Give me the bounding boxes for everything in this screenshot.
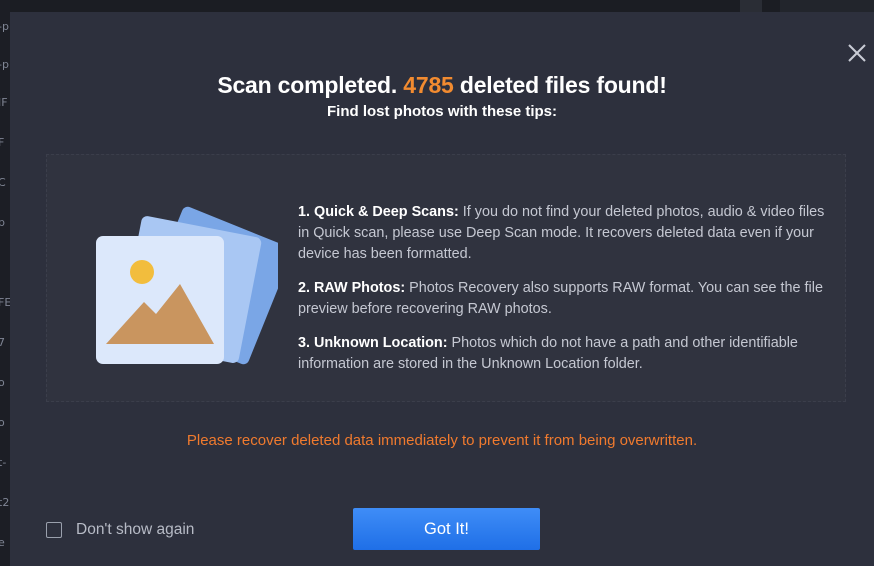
background-text-fragment: o <box>0 416 5 429</box>
overwrite-warning: Please recover deleted data immediately … <box>186 432 698 449</box>
background-text-fragment: -p <box>0 20 9 33</box>
got-it-button[interactable]: Got It! <box>353 508 540 550</box>
tip-item: 3. Unknown Location: Photos which do not… <box>298 333 838 375</box>
tip-heading: 2. RAW Photos: <box>298 280 406 296</box>
background-text-fragment: -p <box>0 58 9 71</box>
found-count: 4785 <box>403 72 454 98</box>
scan-complete-dialog: Scan completed. 4785 deleted files found… <box>10 12 874 566</box>
background-window-edge: -p -p IF F C p FE 7 o o t- t2 e <box>0 0 10 566</box>
background-text-fragment: e <box>0 536 5 549</box>
dont-show-again-label[interactable]: Don't show again <box>76 521 194 539</box>
background-window-topbar <box>0 0 874 12</box>
tips-list: 1. Quick & Deep Scans: If you do not fin… <box>298 202 838 375</box>
title-prefix: Scan completed. <box>217 72 404 98</box>
tip-item: 2. RAW Photos: Photos Recovery also supp… <box>298 278 838 320</box>
dont-show-again-toggle[interactable]: Don't show again <box>46 520 194 540</box>
background-text-fragment: t2 <box>0 496 10 509</box>
background-text-fragment: 7 <box>0 336 5 349</box>
dont-show-again-checkbox[interactable] <box>46 522 62 538</box>
dialog-title: Scan completed. 4785 deleted files found… <box>10 72 874 99</box>
background-text-fragment: t- <box>0 456 7 469</box>
background-text-fragment: FE <box>0 296 10 309</box>
dialog-subtitle: Find lost photos with these tips: <box>327 103 557 120</box>
background-text-fragment: IF <box>0 96 8 109</box>
background-text-fragment: p <box>0 216 5 229</box>
close-button[interactable] <box>844 40 870 66</box>
title-suffix: deleted files found! <box>453 72 667 98</box>
photos-stack-icon <box>96 206 278 365</box>
background-text-fragment: o <box>0 376 5 389</box>
background-text-fragment: C <box>0 176 6 189</box>
background-text-fragment: F <box>0 136 5 149</box>
close-icon <box>848 44 866 62</box>
tip-item: 1. Quick & Deep Scans: If you do not fin… <box>298 202 838 265</box>
tip-heading: 1. Quick & Deep Scans: <box>298 204 459 220</box>
tip-heading: 3. Unknown Location: <box>298 335 448 351</box>
